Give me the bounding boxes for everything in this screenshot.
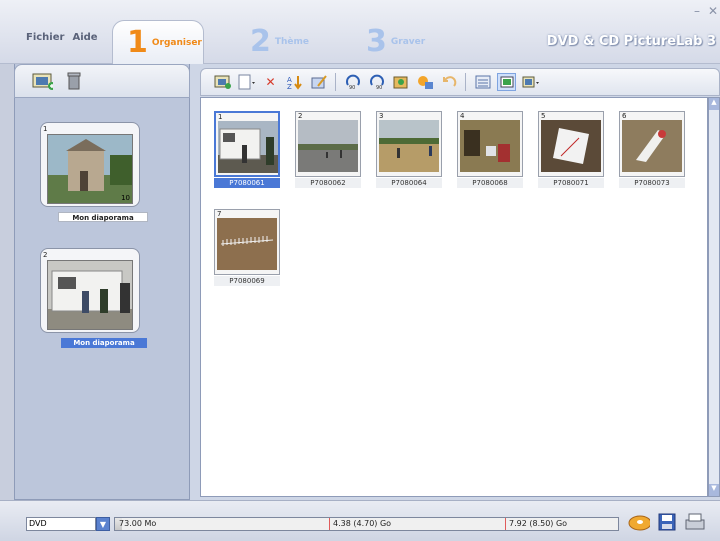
import-photo-icon[interactable] bbox=[213, 73, 232, 91]
slideshow-number: 1 bbox=[43, 125, 48, 133]
vertical-scrollbar[interactable]: ▲ ▼ bbox=[708, 97, 720, 497]
photo-image bbox=[298, 120, 358, 172]
menu-file[interactable]: Fichier bbox=[26, 32, 64, 43]
photo-thumbnail[interactable]: 2 P7080062 bbox=[295, 111, 363, 188]
photo-frame: 1 bbox=[214, 111, 280, 177]
photo-thumbnail[interactable]: 7 P7080069 bbox=[214, 209, 282, 286]
capacity-gauge: 73.00 Mo 4.38 (4.70) Go 7.92 (8.50) Go bbox=[114, 517, 619, 531]
photo-number: 1 bbox=[218, 113, 223, 121]
tab-graver[interactable]: 3 Graver bbox=[366, 20, 425, 64]
photo-number: 3 bbox=[379, 112, 384, 120]
delete-icon[interactable]: ✕ bbox=[261, 73, 280, 91]
new-page-icon[interactable] bbox=[237, 73, 256, 91]
photo-number: 6 bbox=[622, 112, 627, 120]
app-title: DVD & CD PictureLab 3 bbox=[546, 34, 716, 49]
save-icon[interactable] bbox=[656, 512, 678, 532]
photo-caption: P7080069 bbox=[214, 276, 280, 286]
slideshow-thumbnail bbox=[47, 260, 133, 330]
window-controls: – ✕ bbox=[694, 4, 718, 18]
print-icon[interactable] bbox=[684, 512, 706, 532]
undo-icon[interactable] bbox=[439, 73, 458, 91]
photo-frame: 2 bbox=[295, 111, 361, 177]
burn-disc-icon[interactable] bbox=[628, 512, 650, 532]
media-type-select[interactable]: DVD bbox=[26, 517, 96, 531]
photo-thumbnail[interactable]: 4 P7080068 bbox=[457, 111, 525, 188]
scroll-up-icon[interactable]: ▲ bbox=[709, 98, 719, 110]
photo-image bbox=[460, 120, 520, 172]
svg-text:Z: Z bbox=[287, 83, 292, 90]
photo-caption: P7080073 bbox=[619, 178, 685, 188]
view-options-icon[interactable] bbox=[521, 73, 540, 91]
photo-frame: 3 bbox=[376, 111, 442, 177]
photo-thumbnail[interactable]: 3 P7080064 bbox=[376, 111, 444, 188]
photo-image bbox=[541, 120, 601, 172]
list-view-icon[interactable] bbox=[473, 73, 492, 91]
photo-toolbar: ✕ AZ 90 90 bbox=[200, 68, 720, 96]
photo-number: 7 bbox=[217, 210, 222, 218]
photo-number: 4 bbox=[460, 112, 465, 120]
photo-number: 5 bbox=[541, 112, 546, 120]
enhance-icon[interactable] bbox=[391, 73, 410, 91]
photo-image bbox=[622, 120, 682, 172]
photo-thumbnail[interactable]: 5 P7080071 bbox=[538, 111, 606, 188]
sort-icon[interactable]: AZ bbox=[285, 73, 304, 91]
photo-thumbnail[interactable]: 1 P7080061 bbox=[214, 111, 282, 188]
photo-thumbnail[interactable]: 6 P7080073 bbox=[619, 111, 687, 188]
effects-icon[interactable] bbox=[415, 73, 434, 91]
photo-grid: 1 P7080061 2 P7080062 3 P7080064 4 P7080… bbox=[200, 97, 708, 497]
tab-organiser[interactable]: 1 Organiser bbox=[112, 20, 204, 64]
slideshow-number: 2 bbox=[43, 251, 48, 259]
edit-icon[interactable] bbox=[309, 73, 328, 91]
slideshow-photo-count: 10 bbox=[121, 194, 130, 202]
trash-icon[interactable] bbox=[63, 71, 85, 91]
slideshow-thumbnail: 10 bbox=[47, 134, 133, 204]
photo-image bbox=[218, 121, 278, 173]
step-label: Thème bbox=[274, 37, 310, 47]
photo-image bbox=[217, 218, 277, 270]
slideshow-item[interactable]: 2 bbox=[40, 248, 140, 333]
slideshow-label[interactable]: Mon diaporama bbox=[61, 338, 147, 348]
rotate-left-icon[interactable]: 90 bbox=[343, 73, 362, 91]
capacity-marker bbox=[329, 518, 330, 530]
add-slideshow-icon[interactable] bbox=[31, 71, 53, 91]
step-label: Organiser bbox=[151, 37, 202, 48]
capacity-max: 7.92 (8.50) Go bbox=[509, 519, 568, 528]
capacity-marker bbox=[505, 518, 506, 530]
photo-caption: P7080061 bbox=[214, 178, 280, 188]
used-size: 73.00 Mo bbox=[119, 519, 157, 528]
rotate-right-icon[interactable]: 90 bbox=[367, 73, 386, 91]
chevron-down-icon[interactable]: ▼ bbox=[96, 517, 110, 531]
photo-frame: 7 bbox=[214, 209, 280, 275]
photo-caption: P7080071 bbox=[538, 178, 604, 188]
separator bbox=[335, 73, 336, 91]
slideshow-label[interactable]: Mon diaporama bbox=[58, 212, 148, 222]
slideshow-toolbar bbox=[14, 64, 190, 98]
photo-frame: 4 bbox=[457, 111, 523, 177]
slideshow-item[interactable]: 1 10 bbox=[40, 122, 140, 207]
thumbnail-view-icon[interactable] bbox=[497, 73, 516, 91]
svg-text:90: 90 bbox=[376, 85, 382, 90]
photo-caption: P7080064 bbox=[376, 178, 442, 188]
menu-bar: Fichier Aide bbox=[26, 32, 98, 43]
step-label: Graver bbox=[390, 37, 426, 47]
photo-frame: 5 bbox=[538, 111, 604, 177]
menu-help[interactable]: Aide bbox=[72, 32, 97, 43]
svg-text:90: 90 bbox=[349, 85, 355, 90]
status-actions bbox=[628, 512, 706, 532]
tab-theme[interactable]: 2 Thème bbox=[250, 20, 309, 64]
photo-image bbox=[379, 120, 439, 172]
step-number: 1 bbox=[127, 24, 148, 60]
capacity-mid: 4.38 (4.70) Go bbox=[333, 519, 392, 528]
separator bbox=[465, 73, 466, 91]
title-bar bbox=[0, 0, 720, 64]
photo-number: 2 bbox=[298, 112, 303, 120]
photo-caption: P7080062 bbox=[295, 178, 361, 188]
close-button[interactable]: ✕ bbox=[708, 4, 718, 18]
minimize-button[interactable]: – bbox=[694, 4, 700, 18]
scroll-down-icon[interactable]: ▼ bbox=[709, 484, 719, 496]
step-number: 2 bbox=[250, 24, 271, 59]
photo-frame: 6 bbox=[619, 111, 685, 177]
photo-caption: P7080068 bbox=[457, 178, 523, 188]
step-number: 3 bbox=[366, 24, 387, 59]
